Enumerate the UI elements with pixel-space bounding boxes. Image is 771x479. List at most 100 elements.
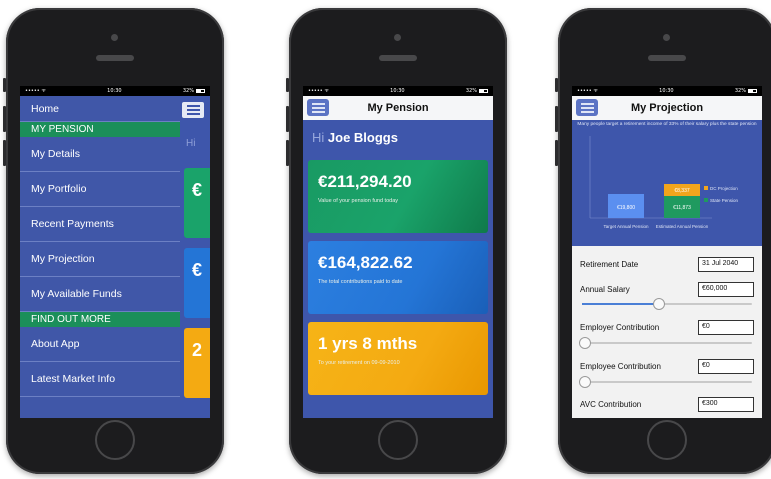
target-pension-value: €19,800: [617, 205, 635, 211]
menu-item-my-details[interactable]: My Details: [20, 137, 180, 172]
dc-projection-value: €8,337: [674, 188, 690, 194]
battery-icon: [747, 88, 757, 93]
retirement-date-field[interactable]: 31 Jul 2040: [698, 256, 754, 272]
front-camera: [663, 34, 670, 41]
menu-icon[interactable]: [182, 102, 204, 118]
peek-tile-blue: €: [184, 248, 210, 318]
side-menu: Home MY PENSION My Details My Portfolio …: [20, 96, 180, 418]
menu-item-my-portfolio[interactable]: My Portfolio: [20, 172, 180, 207]
avc-contribution-field[interactable]: €300: [698, 396, 754, 412]
employer-contribution-field[interactable]: €0: [698, 319, 754, 335]
app-header: My Projection: [572, 96, 762, 120]
screen: ••••• ᯤ 10:30 32% Home MY PENSION My Det…: [20, 86, 210, 418]
field-label: AVC Contribution: [580, 399, 642, 409]
annual-salary-row: Annual Salary €60,000: [580, 281, 754, 297]
clock: 10:30: [659, 88, 674, 94]
employee-contribution-field[interactable]: €0: [698, 358, 754, 374]
peek-tile-green: €: [184, 168, 210, 238]
home-button: [647, 420, 687, 460]
fund-value-amount: €211,294.20: [318, 172, 412, 191]
field-label: Retirement Date: [580, 259, 639, 269]
projection-form: Retirement Date 31 Jul 2040 Annual Salar…: [572, 246, 762, 418]
earpiece-speaker: [96, 55, 134, 61]
projection-banner: Many people target a retirement income o…: [572, 120, 762, 132]
slider-fill: [582, 303, 659, 305]
fund-value-caption: Value of your pension fund today: [318, 198, 399, 204]
mute-switch: [286, 78, 289, 92]
annual-salary-slider[interactable]: [582, 298, 752, 310]
annual-salary-field[interactable]: €60,000: [698, 281, 754, 297]
earpiece-speaker: [379, 55, 417, 61]
carrier-signal: ••••• ᯤ: [25, 88, 46, 94]
phone-menu: ••••• ᯤ 10:30 32% Home MY PENSION My Det…: [3, 8, 224, 474]
menu-item-recent-payments[interactable]: Recent Payments: [20, 207, 180, 242]
slider-knob[interactable]: [652, 298, 665, 310]
menu-item-my-available-funds[interactable]: My Available Funds: [20, 277, 180, 312]
home-button: [378, 420, 418, 460]
field-label: Employer Contribution: [580, 322, 660, 332]
menu-item-home[interactable]: Home: [20, 96, 180, 122]
menu-item-label: Recent Payments: [31, 218, 114, 230]
menu-item-latest-market-info[interactable]: Latest Market Info: [20, 362, 180, 397]
volume-down-button: [555, 140, 558, 166]
menu-section-my-pension: MY PENSION: [20, 122, 180, 137]
user-name: Joe Bloggs: [327, 130, 398, 145]
mute-switch: [3, 78, 6, 92]
avc-contribution-row: AVC Contribution €300: [580, 396, 754, 412]
main-content-peek: Hi € € 2: [180, 96, 210, 418]
retirement-countdown-card[interactable]: 1 yrs 8 mths To your retirement on 09-09…: [308, 322, 488, 395]
menu-item-about-app[interactable]: About App: [20, 327, 180, 362]
estimated-pension-value: €11,873: [673, 205, 691, 211]
menu-item-label: Latest Market Info: [31, 373, 116, 385]
greeting-prefix: Hi: [312, 130, 325, 145]
front-camera: [394, 34, 401, 41]
target-pension-label: Target Annual Pension: [603, 224, 649, 229]
status-bar: ••••• ᯤ 10:30 32%: [303, 86, 493, 96]
battery-indicator: 32%: [735, 88, 757, 94]
estimated-pension-label: Estimated Annual Pension: [656, 224, 709, 229]
menu-section-label: MY PENSION: [31, 124, 94, 135]
contributions-card[interactable]: €164,822.62 The total contributions paid…: [308, 241, 488, 314]
status-bar: ••••• ᯤ 10:30 32%: [20, 86, 210, 96]
mute-switch: [555, 78, 558, 92]
menu-item-label: My Details: [31, 148, 81, 160]
projection-chart: €19,800 €11,873 €8,337 Target Annual Pen…: [572, 132, 762, 246]
slider-knob[interactable]: [579, 376, 592, 388]
page-title: My Pension: [367, 102, 429, 114]
retirement-countdown: 1 yrs 8 mths: [318, 334, 418, 353]
earpiece-speaker: [648, 55, 686, 61]
volume-up-button: [3, 106, 6, 132]
slider-knob[interactable]: [579, 337, 592, 349]
volume-up-button: [286, 106, 289, 132]
menu-item-label: About App: [31, 338, 80, 350]
menu-item-my-projection[interactable]: My Projection: [20, 242, 180, 277]
menu-section-find-out-more: FIND OUT MORE: [20, 312, 180, 327]
phone-my-pension: ••••• ᯤ 10:30 32% My Pension Hi Joe Blog…: [286, 8, 507, 474]
menu-item-label: My Portfolio: [31, 183, 87, 195]
front-camera: [111, 34, 118, 41]
legend-swatch-dc: [704, 186, 708, 190]
contributions-amount: €164,822.62: [318, 253, 413, 272]
employer-contribution-slider[interactable]: [579, 337, 752, 349]
contributions-caption: The total contributions paid to date: [318, 279, 403, 285]
fund-value-card[interactable]: €211,294.20 Value of your pension fund t…: [308, 160, 488, 233]
volume-up-button: [555, 106, 558, 132]
menu-section-label: FIND OUT MORE: [31, 314, 111, 325]
phone-my-projection: ••••• ᯤ 10:30 32% My Projection Many peo…: [555, 8, 771, 474]
field-label: Employee Contribution: [580, 361, 661, 371]
projection-chart-svg: €19,800 €11,873 €8,337 Target Annual Pen…: [589, 136, 739, 229]
menu-icon[interactable]: [576, 99, 598, 116]
menu-item-label: My Available Funds: [31, 288, 122, 300]
carrier-signal: ••••• ᯤ: [308, 88, 329, 94]
menu-icon[interactable]: [307, 99, 329, 116]
legend-dc-projection: DC Projection: [710, 186, 738, 191]
menu-item-label: Home: [31, 102, 60, 115]
employer-contribution-row: Employer Contribution €0: [580, 319, 754, 335]
battery-indicator: 32%: [466, 88, 488, 94]
legend-state-pension: State Pension: [710, 198, 739, 203]
field-label: Annual Salary: [580, 284, 630, 294]
clock: 10:30: [107, 88, 122, 94]
retirement-date-row: Retirement Date 31 Jul 2040: [580, 256, 754, 272]
employee-contribution-slider[interactable]: [579, 376, 752, 388]
status-bar: ••••• ᯤ 10:30 32%: [572, 86, 762, 96]
